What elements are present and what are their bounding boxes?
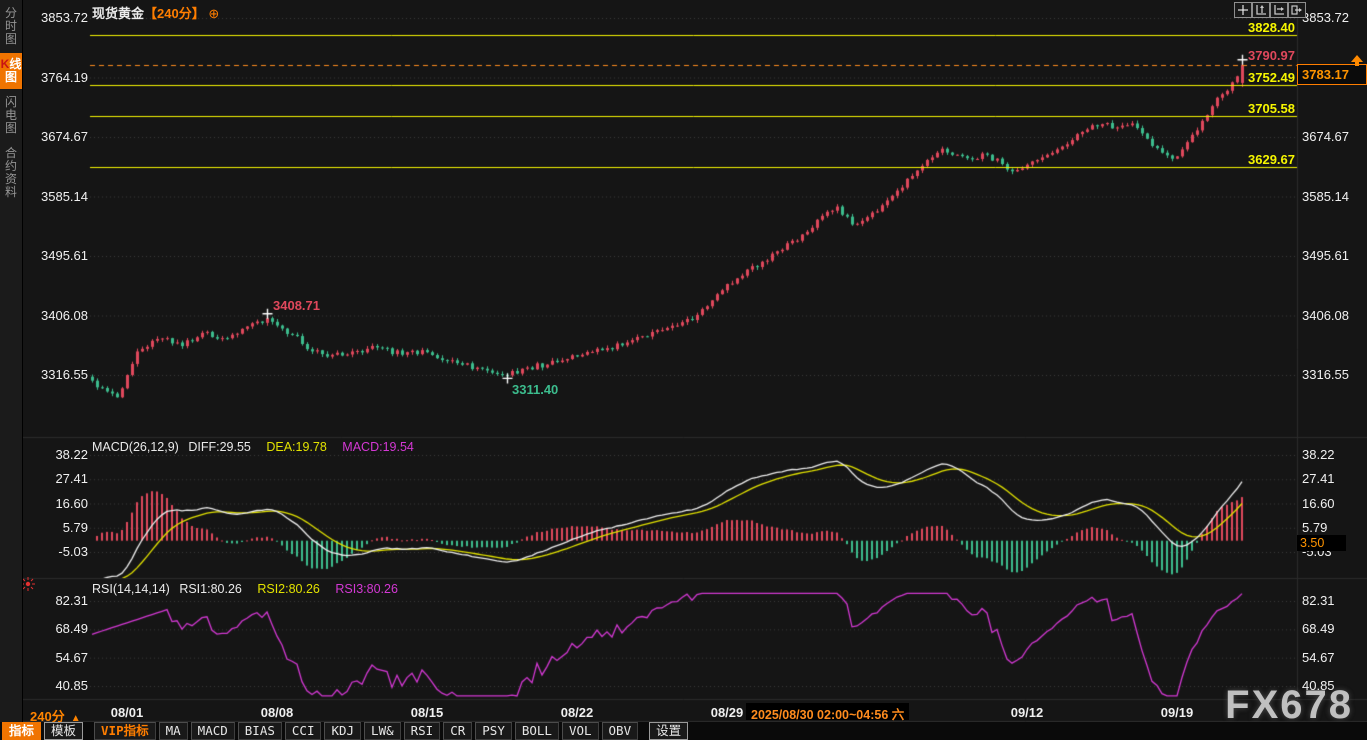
current-price-label: 3783.17 (1297, 64, 1367, 85)
time-axis-label: 09/12 (995, 705, 1059, 720)
toolbar-button-BOLL[interactable]: BOLL (515, 722, 559, 740)
main-axis-label-left: 3585.14 (24, 189, 88, 204)
macd-axis-label-left: 16.60 (24, 496, 88, 511)
chart-canvas[interactable] (0, 0, 1367, 740)
rsi-panel-header: RSI(14,14,14) RSI1:80.26 RSI2:80.26 RSI3… (92, 582, 410, 596)
toolbar-button-MACD[interactable]: MACD (191, 722, 235, 740)
exit-chart-icon[interactable] (1288, 2, 1306, 18)
toolbar-button-BIAS[interactable]: BIAS (238, 722, 282, 740)
main-axis-label-left: 3406.08 (24, 308, 88, 323)
macd-axis-label-right: 16.60 (1302, 496, 1335, 511)
swing-low-label: 3311.40 (512, 382, 558, 397)
macd-value: MACD:19.54 (342, 440, 414, 454)
level-price-label: 3629.67 (1225, 152, 1295, 167)
macd-dea-value: DEA:19.78 (266, 440, 326, 454)
toolbar-button-VIP指标[interactable]: VIP指标 (94, 722, 156, 740)
rsi-axis-label-right: 40.85 (1302, 678, 1335, 693)
time-axis-label: 09/19 (1145, 705, 1209, 720)
time-axis-label: 08/08 (245, 705, 309, 720)
sidebar-tab-0[interactable]: 分时图 (0, 2, 22, 51)
toolbar-button-LW&[interactable]: LW& (364, 722, 401, 740)
rsi-axis-label-left: 54.67 (24, 650, 88, 665)
macd-diff-value: DIFF:29.55 (188, 440, 251, 454)
macd-panel-header: MACD(26,12,9) DIFF:29.55 DEA:19.78 MACD:… (92, 440, 426, 454)
toolbar-button-CCI[interactable]: CCI (285, 722, 322, 740)
main-axis-label-left: 3495.61 (24, 248, 88, 263)
rsi-axis-label-right: 68.49 (1302, 621, 1335, 636)
live-indicator-icon (21, 577, 35, 591)
rsi3-value: RSI3:80.26 (335, 582, 398, 596)
move-crosshair-icon[interactable] (1234, 2, 1252, 18)
macd-current-value-label: 3.50 (1297, 535, 1346, 551)
main-axis-label-right: 3853.72 (1302, 10, 1349, 25)
symbol-title: 现货黄金 (92, 6, 144, 21)
rsi-title: RSI(14,14,14) (92, 582, 170, 596)
main-axis-label-right: 3406.08 (1302, 308, 1349, 323)
main-axis-label-right: 3585.14 (1302, 189, 1349, 204)
toolbar-button-PSY[interactable]: PSY (475, 722, 512, 740)
rsi-axis-label-left: 40.85 (24, 678, 88, 693)
chart-app-window: 分时图K线图闪电图合约资料 现货黄金【240分】 ⊕ 3783.17 MACD(… (0, 0, 1367, 740)
rsi1-value: RSI1:80.26 (179, 582, 242, 596)
sidebar-tab-1[interactable]: K线图 (0, 53, 22, 89)
toolbar-button-CR[interactable]: CR (443, 722, 472, 740)
time-axis-label: 08/22 (545, 705, 609, 720)
axis-zoom-in-icon[interactable] (1252, 2, 1270, 18)
rsi-axis-label-left: 82.31 (24, 593, 88, 608)
time-axis-label: 08/01 (95, 705, 159, 720)
macd-axis-label-right: 5.79 (1302, 520, 1327, 535)
toolbar-button-模板[interactable]: 模板 (44, 722, 83, 740)
level-price-label: 3705.58 (1225, 101, 1295, 116)
sidebar-tab-3[interactable]: 合约资料 (0, 142, 22, 204)
axis-zoom-out-icon[interactable] (1270, 2, 1288, 18)
macd-title: MACD(26,12,9) (92, 440, 179, 454)
toolbar-button-KDJ[interactable]: KDJ (324, 722, 361, 740)
main-axis-label-left: 3764.19 (24, 70, 88, 85)
crosshair-date-tooltip: 2025/08/30 02:00~04:56 六 (746, 703, 909, 720)
swing-high-label: 3408.71 (273, 298, 320, 313)
chart-type-sidebar: 分时图K线图闪电图合约资料 (0, 0, 23, 722)
macd-axis-label-left: 27.41 (24, 471, 88, 486)
rsi-axis-label-right: 54.67 (1302, 650, 1335, 665)
rsi2-value: RSI2:80.26 (257, 582, 320, 596)
main-axis-label-left: 3853.72 (24, 10, 88, 25)
toolbar-button-OBV[interactable]: OBV (602, 722, 639, 740)
toolbar-button-指标[interactable]: 指标 (2, 722, 41, 740)
circle-plus-icon[interactable]: ⊕ (208, 6, 219, 21)
macd-axis-label-left: -5.03 (24, 544, 88, 559)
main-axis-label-right: 3495.61 (1302, 248, 1349, 263)
toolbar-button-MA[interactable]: MA (159, 722, 188, 740)
main-axis-label-left: 3316.55 (24, 367, 88, 382)
main-axis-label-left: 3674.67 (24, 129, 88, 144)
rsi-axis-label-left: 68.49 (24, 621, 88, 636)
time-axis-label: 08/15 (395, 705, 459, 720)
level-price-label: 3828.40 (1225, 20, 1295, 35)
chart-header: 现货黄金【240分】 ⊕ (92, 3, 219, 22)
level-price-label: 3752.49 (1225, 70, 1295, 85)
toolbar-button-VOL[interactable]: VOL (562, 722, 599, 740)
sidebar-tab-2[interactable]: 闪电图 (0, 91, 22, 140)
toolbar-button-设置[interactable]: 设置 (649, 722, 688, 740)
macd-axis-label-left: 5.79 (24, 520, 88, 535)
macd-axis-label-right: 27.41 (1302, 471, 1335, 486)
macd-axis-label-left: 38.22 (24, 447, 88, 462)
main-axis-label-right: 3674.67 (1302, 129, 1349, 144)
toolbar-button-RSI[interactable]: RSI (404, 722, 441, 740)
jump-to-latest-icon[interactable] (1350, 55, 1364, 67)
indicator-toolbar: 指标模板 VIP指标MAMACDBIASCCIKDJLW&RSICRPSYBOLL… (0, 722, 1367, 740)
macd-axis-label-right: 38.22 (1302, 447, 1335, 462)
main-axis-label-right: 3316.55 (1302, 367, 1349, 382)
period-tag: 【240分】 (144, 6, 205, 21)
rsi-axis-label-right: 82.31 (1302, 593, 1335, 608)
high-price-label: 3790.97 (1225, 48, 1295, 63)
